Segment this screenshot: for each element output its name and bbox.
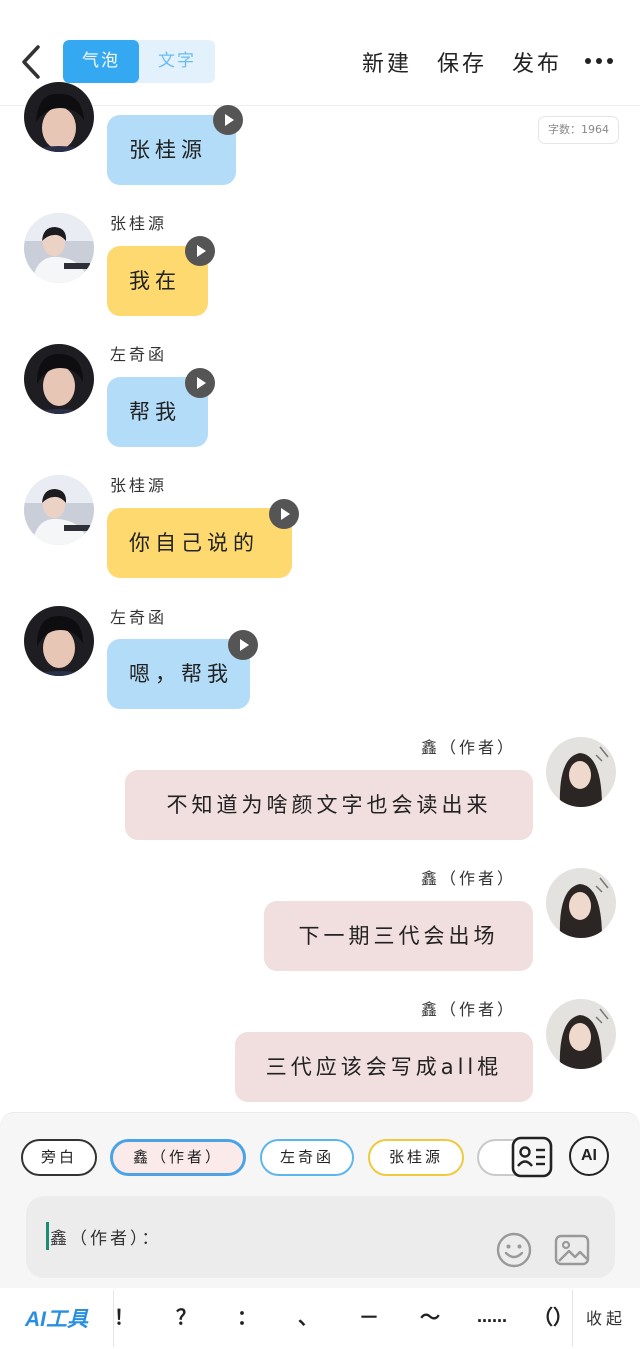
- role-chip-zuo-qihan[interactable]: 左奇函: [260, 1139, 354, 1176]
- collapse-button[interactable]: 收起: [586, 1305, 626, 1329]
- avatar-zhang-guiyuan[interactable]: [24, 475, 94, 545]
- speaker-name: 鑫（作者）: [421, 1000, 517, 1019]
- top-bar: 气泡 文字 新建 保存 发布: [0, 0, 640, 106]
- tab-bubble[interactable]: 气泡: [63, 40, 139, 83]
- avatar-author[interactable]: [546, 999, 616, 1069]
- avatar-zuo-qihan[interactable]: [24, 606, 94, 676]
- avatar-zuo-qihan[interactable]: [24, 344, 94, 414]
- speaker-name: 鑫（作者）: [421, 738, 517, 757]
- speaker-name: 鑫（作者）: [421, 869, 517, 888]
- ai-button[interactable]: AI: [569, 1136, 609, 1176]
- image-icon[interactable]: [553, 1231, 591, 1269]
- word-count-badge: 字数：1964: [538, 116, 619, 144]
- avatar-zuo-qihan[interactable]: [24, 82, 94, 152]
- punct-colon-button[interactable]: ：: [222, 1300, 272, 1334]
- new-button[interactable]: 新建: [362, 46, 412, 78]
- toolbar-divider: [572, 1290, 573, 1347]
- publish-button[interactable]: 发布: [512, 46, 562, 78]
- punct-dash-button[interactable]: －: [344, 1300, 394, 1334]
- ai-tools-button[interactable]: AI工具: [25, 1303, 88, 1333]
- role-manage-icon[interactable]: [510, 1135, 554, 1179]
- message-bubble[interactable]: 你自己说的: [107, 508, 292, 578]
- text-cursor: [46, 1222, 49, 1250]
- punct-question-button[interactable]: ？: [161, 1300, 211, 1334]
- tab-text[interactable]: 文字: [139, 40, 215, 83]
- speaker-name: 张桂源: [110, 476, 168, 495]
- play-audio-icon[interactable]: [213, 105, 243, 135]
- back-arrow-icon[interactable]: [18, 40, 48, 84]
- avatar-author[interactable]: [546, 737, 616, 807]
- play-audio-icon[interactable]: [269, 499, 299, 529]
- more-icon[interactable]: [584, 50, 614, 72]
- role-chip-author[interactable]: 鑫（作者）: [110, 1139, 246, 1176]
- punct-parentheses-button[interactable]: （）: [528, 1300, 578, 1334]
- role-chip-zhang-guiyuan[interactable]: 张桂源: [368, 1139, 464, 1176]
- punct-comma-button[interactable]: 、: [283, 1300, 333, 1334]
- mode-toggle: 气泡 文字: [63, 40, 215, 83]
- message-bubble[interactable]: 不知道为啥颜文字也会读出来: [125, 770, 533, 840]
- play-audio-icon[interactable]: [185, 236, 215, 266]
- punct-exclamation-button[interactable]: ！: [99, 1300, 149, 1334]
- message-bubble[interactable]: 下一期三代会出场: [264, 901, 533, 971]
- speaker-name: 张桂源: [110, 214, 168, 233]
- message-bubble[interactable]: 三代应该会写成all棍: [235, 1032, 533, 1102]
- avatar-author[interactable]: [546, 868, 616, 938]
- punct-tilde-button[interactable]: ～: [405, 1300, 455, 1334]
- speaker-name: 左奇函: [110, 608, 168, 627]
- emoji-icon[interactable]: [495, 1231, 533, 1269]
- message-input-value[interactable]: 鑫（作者）：: [50, 1224, 162, 1249]
- play-audio-icon[interactable]: [185, 368, 215, 398]
- role-chip-narrator[interactable]: 旁白: [21, 1139, 97, 1176]
- speaker-name: 左奇函: [110, 345, 168, 364]
- avatar-zhang-guiyuan[interactable]: [24, 213, 94, 283]
- save-button[interactable]: 保存: [437, 46, 487, 78]
- punct-ellipsis-button[interactable]: ……: [467, 1300, 517, 1334]
- play-audio-icon[interactable]: [228, 630, 258, 660]
